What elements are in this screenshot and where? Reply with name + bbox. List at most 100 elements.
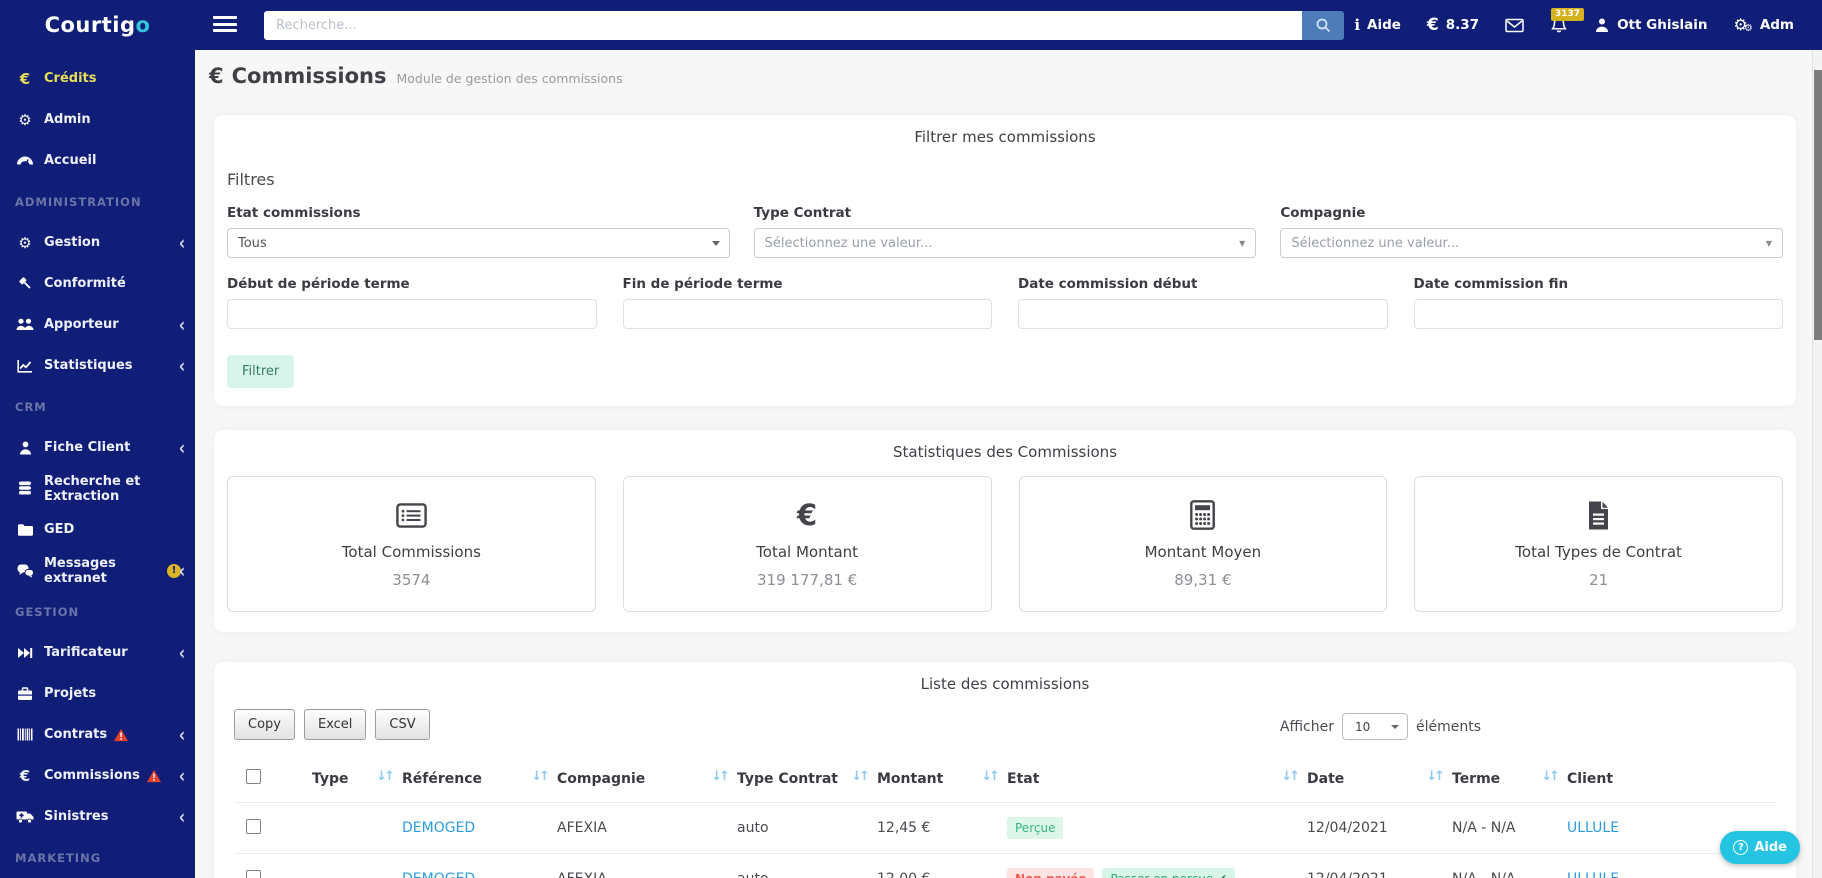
- page-subtitle: Module de gestion des commissions: [396, 71, 623, 86]
- table-row: DEMOGED AFEXIA auto 12,00 € Non payéePas…: [234, 853, 1776, 878]
- euro-icon: €: [209, 64, 224, 88]
- search-input[interactable]: [264, 11, 1302, 40]
- sidebar-item-statistiques[interactable]: Statistiques ‹: [0, 345, 195, 386]
- scrollbar-thumb[interactable]: [1814, 70, 1822, 340]
- fin-periode-input[interactable]: [622, 299, 992, 329]
- sidebar-section-administration: ADMINISTRATION: [15, 194, 142, 209]
- help-floating-button[interactable]: ? Aide: [1720, 831, 1800, 864]
- sidebar-section-crm: CRM: [15, 399, 47, 414]
- sidebar-item-messages-extranet[interactable]: Messages extranet ! ‹: [0, 550, 195, 591]
- column-reference[interactable]: Référence ↓↑: [394, 755, 550, 803]
- sort-icon: ↓↑: [981, 769, 1000, 784]
- sidebar-item-sinistres[interactable]: Sinistres ‹: [0, 796, 195, 837]
- copy-button[interactable]: Copy: [234, 709, 295, 740]
- person-icon: [14, 441, 36, 455]
- type-contrat-select[interactable]: Sélectionnez une valeur... ▼: [753, 228, 1257, 258]
- main-content: € Commissions Module de gestion des commi…: [195, 50, 1812, 878]
- page-length-select[interactable]: 10: [1341, 713, 1408, 740]
- chevron-left-icon: ‹: [178, 435, 185, 460]
- euro-icon: €: [797, 497, 818, 532]
- user-icon: [1594, 17, 1610, 33]
- mark-as-received-button[interactable]: Passer en perçue ✔: [1102, 868, 1236, 878]
- sidebar-item-apporteur[interactable]: Apporteur ‹: [0, 304, 195, 345]
- notification-count-badge: 3137: [1551, 7, 1585, 22]
- compagnie-select[interactable]: Sélectionnez une valeur... ▼: [1280, 228, 1783, 258]
- column-montant[interactable]: Montant ↓↑: [869, 755, 1000, 803]
- sidebar-item-accueil[interactable]: Accueil: [0, 140, 195, 181]
- etat-commissions-select[interactable]: Tous: [227, 228, 730, 258]
- sidebar-item-credits[interactable]: € Crédits: [0, 58, 195, 99]
- forward-icon: [14, 647, 36, 659]
- date-commission-debut-label: Date commission début: [1018, 276, 1198, 292]
- sidebar-item-fiche-client[interactable]: Fiche Client ‹: [0, 427, 195, 468]
- sidebar-item-admin[interactable]: ⚙ Admin: [0, 99, 195, 140]
- sidebar-section-marketing: MARKETING: [15, 850, 102, 865]
- euro-icon: €: [19, 766, 31, 785]
- list-icon: [228, 499, 595, 531]
- chevron-left-icon: ‹: [178, 230, 185, 255]
- chevron-left-icon: ‹: [178, 640, 185, 665]
- stats-card: Statistiques des Commissions Total Commi…: [214, 430, 1796, 632]
- table-header-row: Type ↓↑ Référence ↓↑ Compagnie ↓↑ Type Cont…: [234, 755, 1776, 803]
- reference-link[interactable]: DEMOGED: [402, 871, 475, 878]
- sidebar-item-tarificateur[interactable]: Tarificateur ‹: [0, 632, 195, 673]
- balance-display[interactable]: € 8.37: [1427, 15, 1479, 35]
- search-button[interactable]: [1302, 11, 1344, 40]
- stat-montant-moyen: Montant Moyen 89,31 €: [1018, 476, 1388, 612]
- type-contrat-label: Type Contrat: [753, 205, 852, 221]
- column-client[interactable]: Client: [1559, 755, 1776, 803]
- app-logo: Courtig o: [0, 0, 195, 50]
- column-terme[interactable]: Terme ↓↑: [1444, 755, 1560, 803]
- filter-card-title: Filtrer mes commissions: [914, 128, 1096, 146]
- filter-card: Filtrer mes commissions Filtres Etat com…: [214, 115, 1796, 406]
- page-title: € Commissions: [209, 64, 387, 88]
- sidebar-item-recherche-extraction[interactable]: Recherche et Extraction: [0, 468, 195, 509]
- debut-periode-input[interactable]: [227, 299, 597, 329]
- filtrer-button[interactable]: Filtrer: [227, 355, 295, 388]
- column-compagnie[interactable]: Compagnie ↓↑: [549, 755, 730, 803]
- csv-button[interactable]: CSV: [375, 709, 430, 740]
- sidebar-section-gestion: GESTION: [15, 604, 80, 619]
- help-link[interactable]: i Aide: [1354, 16, 1401, 34]
- row-checkbox[interactable]: [246, 818, 261, 834]
- stat-total-types-contrat: Total Types de Contrat 21: [1414, 476, 1783, 612]
- client-link[interactable]: ULLULE: [1567, 820, 1619, 836]
- sidebar-item-gestion[interactable]: ⚙ Gestion ‹: [0, 222, 195, 263]
- sidebar-item-projets[interactable]: Projets: [0, 673, 195, 714]
- file-icon: [1415, 499, 1782, 531]
- database-icon: [14, 481, 36, 496]
- users-icon: [14, 318, 36, 331]
- reference-link[interactable]: DEMOGED: [402, 820, 475, 836]
- warning-triangle-icon: [113, 728, 129, 742]
- sidebar-item-commissions[interactable]: € Commissions ‹: [0, 755, 195, 796]
- warning-triangle-icon: [146, 769, 162, 783]
- column-type-contrat[interactable]: Type Contrat ↓↑: [729, 755, 870, 803]
- sidebar-item-ged[interactable]: GED: [0, 509, 195, 550]
- admin-menu[interactable]: ⚙ ⚙ Adm: [1734, 16, 1795, 34]
- chevron-left-icon: ‹: [178, 722, 185, 747]
- chevron-left-icon: ‹: [178, 763, 185, 788]
- messages-button[interactable]: [1505, 18, 1524, 33]
- select-all-checkbox[interactable]: [246, 769, 261, 784]
- column-etat[interactable]: Etat ↓↑: [999, 755, 1300, 803]
- topbar: Courtigo i Aide € 8.37 3137: [0, 0, 1822, 50]
- client-link[interactable]: ULLULE: [1567, 871, 1619, 878]
- menu-toggle-icon[interactable]: [213, 16, 237, 34]
- date-commission-debut-input[interactable]: [1018, 299, 1388, 329]
- excel-button[interactable]: Excel: [303, 709, 367, 740]
- folder-icon: [14, 523, 36, 536]
- chevron-left-icon: ‹: [178, 353, 185, 378]
- row-checkbox[interactable]: [246, 869, 261, 878]
- dashboard-icon: [14, 155, 36, 167]
- date-commission-fin-input[interactable]: [1413, 299, 1783, 329]
- notifications-button[interactable]: 3137: [1550, 7, 1585, 34]
- chevron-down-icon: ▼: [1239, 239, 1246, 248]
- commissions-table: Type ↓↑ Référence ↓↑ Compagnie ↓↑ Type Cont…: [234, 755, 1776, 878]
- sidebar-item-contrats[interactable]: Contrats ‹: [0, 714, 195, 755]
- column-type[interactable]: Type ↓↑: [304, 755, 395, 803]
- chart-line-icon: [14, 359, 36, 373]
- user-menu[interactable]: Ott Ghislain: [1594, 17, 1708, 33]
- column-date[interactable]: Date ↓↑: [1299, 755, 1445, 803]
- sidebar-item-conformite[interactable]: Conformité: [0, 263, 195, 304]
- euro-icon: €: [1426, 15, 1439, 35]
